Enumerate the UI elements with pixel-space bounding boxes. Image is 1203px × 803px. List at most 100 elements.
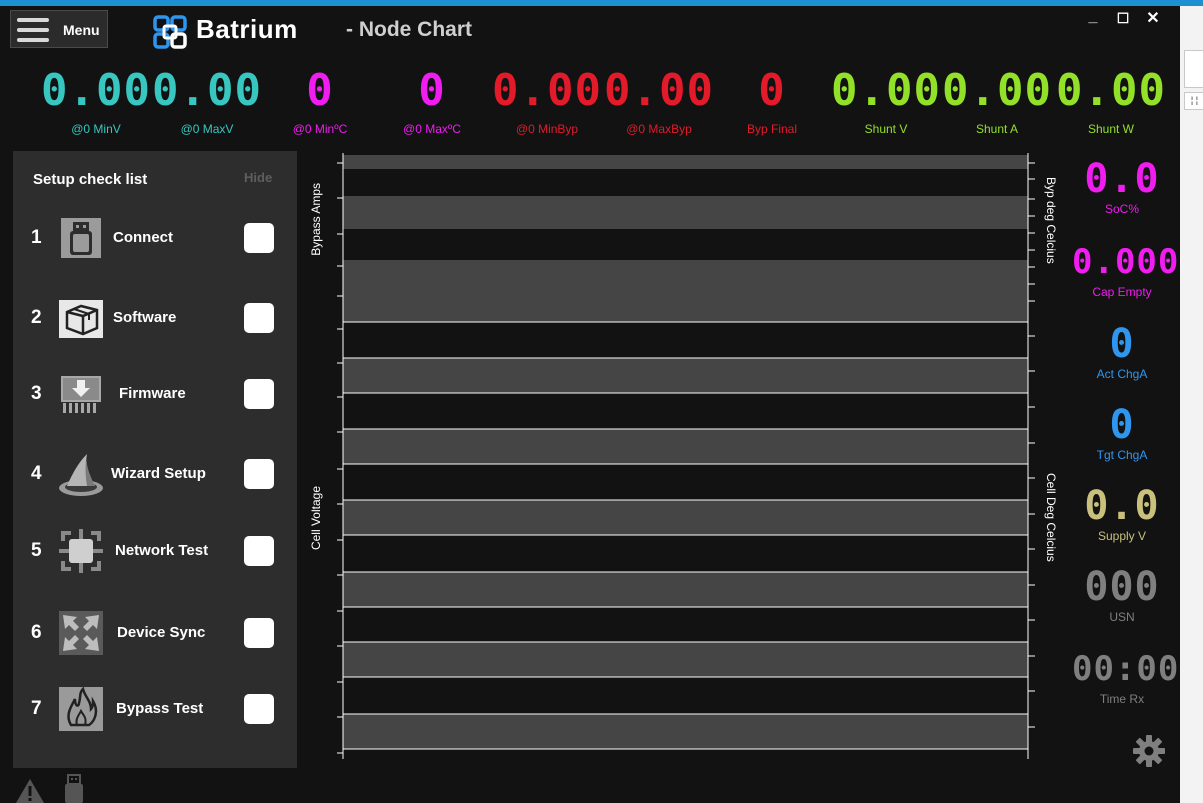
setup-checklist-panel: Setup check list Hide 1 Connect 2 Softwa…	[13, 151, 297, 768]
metric-value: 0.00	[1056, 65, 1166, 116]
step-number: 2	[31, 307, 42, 328]
metric-max-voltage: 0.00 @0 MaxV	[151, 64, 263, 136]
metric-label: @0 MaxºC	[403, 122, 461, 136]
step-number: 7	[31, 698, 42, 719]
metric-time-rx: 00:00 Time Rx	[1072, 646, 1180, 706]
status-bar	[0, 768, 1180, 803]
step-number: 6	[31, 622, 42, 643]
metric-min-voltage: 0.00 @0 MinV	[40, 64, 152, 136]
checklist-step-wizard-setup[interactable]: 4 Wizard Setup	[13, 444, 297, 504]
step-checkbox[interactable]	[244, 694, 274, 724]
step-label: Connect	[113, 229, 173, 246]
metric-label: Supply V	[1097, 529, 1147, 543]
metric-value: 0.00	[831, 65, 941, 116]
sync-arrows-icon	[59, 611, 103, 655]
step-number: 1	[31, 227, 42, 248]
metric-value: 00:00	[1072, 649, 1180, 689]
step-label: Software	[113, 309, 177, 326]
metric-label: SoC%	[1104, 202, 1139, 216]
metric-label: @0 MaxV	[180, 122, 234, 136]
wizard-hat-icon	[59, 454, 103, 496]
brand-name: Batrium	[196, 14, 298, 44]
step-label: Wizard Setup	[111, 465, 206, 482]
metric-value: 0.00	[152, 65, 262, 116]
metric-label: Byp Final	[746, 122, 798, 136]
flame-icon	[59, 686, 103, 731]
checklist-step-device-sync[interactable]: 6 Device Sync	[13, 603, 297, 663]
metric-value: 0.00	[41, 65, 151, 116]
hide-checklist-button[interactable]: Hide	[244, 170, 272, 185]
metric-label: USN	[1109, 610, 1135, 624]
menu-button-label: Menu	[63, 22, 100, 38]
step-label: Bypass Test	[116, 700, 204, 717]
batrium-logo-icon	[153, 15, 187, 49]
axis-label-cell-temp: Cell Deg Celcius	[1044, 473, 1058, 562]
close-button[interactable]: ✕	[1142, 8, 1164, 28]
metric-cap-empty: 0.000 Cap Empty	[1072, 239, 1180, 299]
metric-min-temp: 0 @0 MinºC	[264, 64, 376, 136]
menu-button[interactable]: Menu	[10, 10, 108, 48]
step-checkbox[interactable]	[244, 223, 274, 253]
step-checkbox[interactable]	[244, 303, 274, 333]
metric-label: Shunt W	[1087, 122, 1135, 136]
metric-bypass-final: 0 Byp Final	[716, 64, 828, 136]
metric-label: Tgt ChgA	[1096, 448, 1148, 462]
metric-value: 0.000	[1072, 242, 1180, 282]
metric-value: 000	[1084, 564, 1160, 610]
background-window-fragment-2: ¦ ¦	[1184, 92, 1203, 110]
background-window-fragment	[1184, 50, 1203, 88]
checklist-step-bypass-test[interactable]: 7 Bypass Test	[13, 679, 297, 739]
checklist-step-software[interactable]: 2 Software	[13, 288, 297, 348]
app-window: Menu Batrium - Node Chart _ ☐ ✕ 0.00 @0 …	[0, 6, 1180, 803]
node-chart: Bypass Amps Cell Voltage Byp deg Celcius…	[300, 151, 1072, 768]
metric-label: @0 MinByp	[515, 122, 579, 136]
hamburger-icon	[17, 18, 49, 42]
metric-label: Time Rx	[1099, 692, 1145, 706]
minimize-button[interactable]: _	[1082, 8, 1104, 26]
metric-value: 0	[758, 65, 786, 116]
metric-shunt-voltage: 0.00 Shunt V	[830, 64, 942, 136]
metric-value: 0	[306, 65, 334, 116]
step-checkbox[interactable]	[244, 379, 274, 409]
settings-gear-icon[interactable]	[1132, 734, 1166, 768]
chip-download-icon	[61, 376, 101, 413]
metric-value: 0.00	[942, 65, 1052, 116]
metric-label: Shunt A	[975, 122, 1019, 136]
axis-label-bypass-temp: Byp deg Celcius	[1044, 177, 1058, 264]
metric-max-temp: 0 @0 MaxºC	[376, 64, 488, 136]
metric-value: 0	[418, 65, 446, 116]
checklist-title: Setup check list	[33, 171, 148, 188]
metric-target-charge-amps: 0 Tgt ChgA	[1072, 402, 1172, 462]
metric-shunt-watts: 0.00 Shunt W	[1055, 64, 1167, 136]
usb-status-icon[interactable]	[62, 774, 86, 803]
metric-label: @0 MinV	[71, 122, 121, 136]
metric-label: @0 MinºC	[292, 122, 348, 136]
step-number: 4	[31, 463, 42, 484]
checklist-step-network-test[interactable]: 5 Network Test	[13, 521, 297, 581]
metric-value: 0	[1109, 402, 1135, 448]
step-label: Network Test	[115, 542, 209, 559]
metric-label: Cap Empty	[1092, 285, 1152, 299]
step-checkbox[interactable]	[244, 618, 274, 648]
metric-value: 0.0	[1084, 483, 1160, 529]
metric-shunt-amps: 0.00 Shunt A	[941, 64, 1053, 136]
page-title: - Node Chart	[346, 18, 472, 41]
maximize-button[interactable]: ☐	[1112, 10, 1134, 27]
metric-value: 0.0	[1084, 156, 1160, 202]
step-checkbox[interactable]	[244, 459, 274, 489]
metric-max-bypass: 0.00 @0 MaxByp	[603, 64, 715, 136]
checklist-step-connect[interactable]: 1 Connect	[13, 208, 297, 268]
warning-icon[interactable]	[15, 778, 45, 803]
checklist-step-firmware[interactable]: 3 Firmware	[13, 364, 297, 424]
metric-label: Shunt V	[864, 122, 908, 136]
network-icon	[59, 529, 103, 573]
step-checkbox[interactable]	[244, 536, 274, 566]
step-label: Firmware	[119, 385, 186, 402]
metric-supply-voltage: 0.0 Supply V	[1072, 483, 1172, 543]
step-label: Device Sync	[117, 624, 206, 641]
desktop-background-strip: ¦ ¦	[1180, 6, 1203, 803]
step-number: 3	[31, 383, 42, 404]
usb-drive-icon	[61, 218, 101, 258]
chart-plot	[337, 151, 1035, 768]
axis-label-cell-voltage: Cell Voltage	[309, 486, 323, 551]
